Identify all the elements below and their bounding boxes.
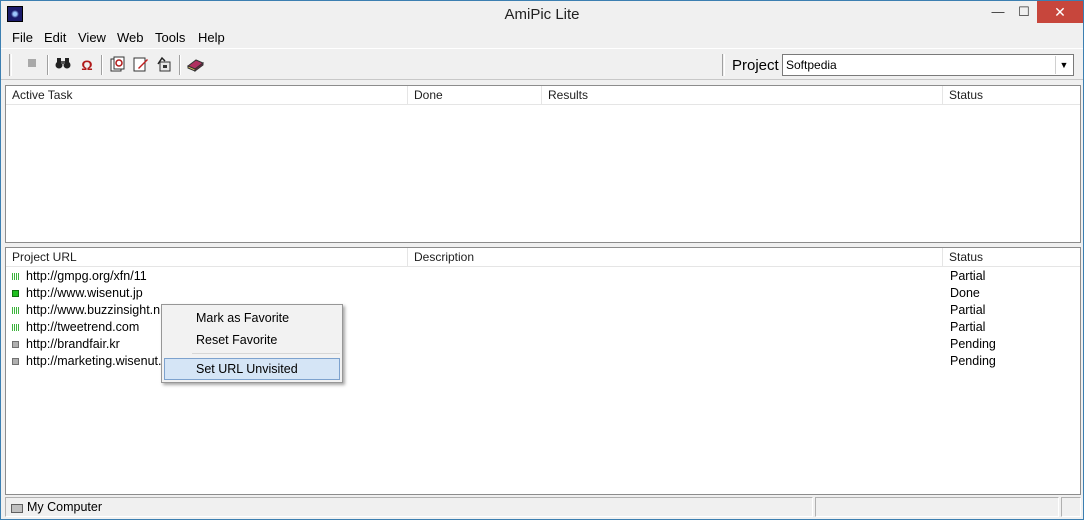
pending-status-icon: [12, 358, 19, 365]
context-menu-mark-favorite[interactable]: Mark as Favorite: [196, 311, 289, 325]
menu-web[interactable]: Web: [117, 30, 144, 45]
table-row[interactable]: http://gmpg.org/xfn/11 Partial: [6, 268, 1080, 285]
row-url: http://marketing.wisenut.: [26, 354, 162, 368]
toolbar: Ω Project Softpedia ▼: [1, 48, 1083, 80]
column-header-done[interactable]: Done: [408, 86, 542, 104]
toolbar-separator: [47, 55, 49, 75]
row-status: Done: [950, 286, 980, 300]
toolbar-separator: [179, 55, 181, 75]
done-status-icon: [12, 290, 19, 297]
edit-icon[interactable]: [132, 56, 150, 74]
app-window: AmiPic Lite — ☐ ✕ File Edit View Web Too…: [0, 0, 1084, 520]
row-url: http://gmpg.org/xfn/11: [26, 269, 147, 283]
menu-tools[interactable]: Tools: [155, 30, 185, 45]
toolbar-grip[interactable]: [9, 54, 12, 76]
row-url: http://brandfair.kr: [26, 337, 120, 351]
column-header-description[interactable]: Description: [408, 248, 943, 266]
active-task-list[interactable]: Active Task Done Results Status: [5, 85, 1081, 243]
close-button[interactable]: ✕: [1037, 1, 1083, 23]
table-row[interactable]: http://www.wisenut.jp Done: [6, 285, 1080, 302]
find-document-icon[interactable]: [109, 56, 127, 74]
export-icon[interactable]: [155, 56, 173, 74]
menu-file[interactable]: File: [12, 30, 33, 45]
partial-status-icon: [12, 273, 19, 280]
context-menu: Mark as Favorite Reset Favorite Set URL …: [161, 304, 343, 383]
status-text: My Computer: [27, 500, 103, 514]
computer-icon: [11, 504, 23, 513]
column-header-status[interactable]: Status: [943, 248, 1080, 266]
row-url: http://www.wisenut.jp: [26, 286, 143, 300]
binoculars-icon[interactable]: [54, 56, 72, 74]
row-status: Pending: [950, 337, 996, 351]
row-status: Partial: [950, 320, 986, 334]
column-header-status[interactable]: Status: [943, 86, 1080, 104]
toolbar-grip[interactable]: [722, 54, 725, 76]
chevron-down-icon[interactable]: ▼: [1055, 56, 1072, 74]
row-status: Pending: [950, 354, 996, 368]
context-menu-item-label: Set URL Unvisited: [196, 362, 298, 376]
row-url: http://tweetrend.com: [26, 320, 140, 334]
book-icon[interactable]: [186, 56, 204, 74]
project-label: Project: [732, 57, 779, 74]
omega-icon[interactable]: Ω: [78, 56, 96, 74]
menu-bar: File Edit View Web Tools Help: [1, 28, 1083, 48]
toolbar-separator: [101, 55, 103, 75]
menu-edit[interactable]: Edit: [44, 30, 66, 45]
pending-status-icon: [12, 341, 19, 348]
window-title: AmiPic Lite: [504, 6, 580, 23]
maximize-button[interactable]: ☐: [1007, 1, 1041, 23]
project-select[interactable]: Softpedia ▼: [782, 54, 1074, 76]
title-bar: AmiPic Lite — ☐ ✕: [1, 1, 1083, 28]
context-menu-separator: [192, 353, 340, 354]
column-header-project-url[interactable]: Project URL: [6, 248, 408, 266]
stop-icon[interactable]: [23, 56, 41, 74]
menu-view[interactable]: View: [78, 30, 106, 45]
status-pane-main: [5, 497, 813, 517]
context-menu-set-unvisited[interactable]: Set URL Unvisited: [164, 358, 340, 380]
context-menu-reset-favorite[interactable]: Reset Favorite: [196, 333, 277, 347]
row-status: Partial: [950, 269, 986, 283]
row-url: http://www.buzzinsight.n: [26, 303, 161, 317]
partial-status-icon: [12, 324, 19, 331]
column-header-active-task[interactable]: Active Task: [6, 86, 408, 104]
partial-status-icon: [12, 307, 19, 314]
project-select-value: Softpedia: [786, 58, 837, 72]
task-list-header: Active Task Done Results Status: [6, 86, 1080, 105]
column-header-results[interactable]: Results: [542, 86, 943, 104]
row-status: Partial: [950, 303, 986, 317]
status-pane-secondary: [815, 497, 1059, 517]
status-bar: [1, 495, 1083, 519]
status-pane-grip[interactable]: [1061, 497, 1081, 517]
menu-help[interactable]: Help: [198, 30, 225, 45]
url-list-header: Project URL Description Status: [6, 248, 1080, 267]
